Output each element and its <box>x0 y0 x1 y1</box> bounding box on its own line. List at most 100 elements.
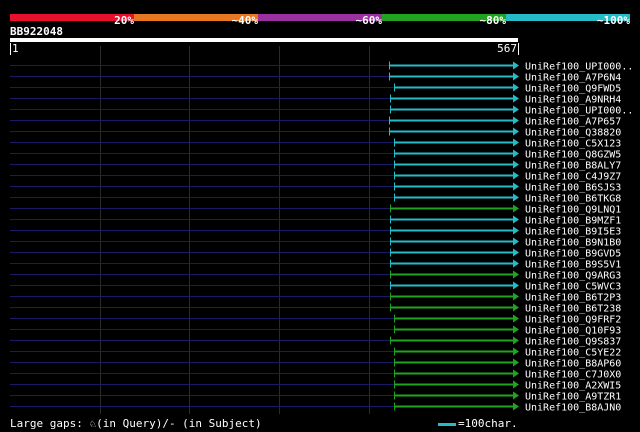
hit-name-link[interactable]: UniRef100_A7P6N4 <box>525 73 621 84</box>
hit-name-link[interactable]: UniRef100_C5YE22 <box>525 348 621 359</box>
hit-name-link[interactable]: UniRef100_B8ALY7 <box>525 161 621 172</box>
hit-name-link[interactable]: UniRef100_C4J9Z7 <box>525 172 621 183</box>
hit-name-link[interactable]: UniRef100_A9TZR1 <box>525 392 621 403</box>
hit-name-link[interactable]: UniRef100_B8AJN0 <box>525 403 621 414</box>
hit-direction-arrow <box>513 72 519 81</box>
hit-row[interactable]: UniRef100_B8AJN0 <box>10 402 621 414</box>
hit-name-link[interactable]: UniRef100_B9MZF1 <box>525 216 621 227</box>
hit-row[interactable]: UniRef100_B9S5V1 <box>10 259 621 271</box>
hit-direction-arrow <box>513 402 519 411</box>
hit-direction-arrow <box>513 94 519 103</box>
hit-direction-arrow <box>513 347 519 356</box>
hit-name-link[interactable]: UniRef100_Q9ARG3 <box>525 271 621 282</box>
hit-row[interactable]: UniRef100_UPI000.. <box>10 61 633 73</box>
hit-direction-arrow <box>513 171 519 180</box>
hit-direction-arrow <box>513 215 519 224</box>
hit-direction-arrow <box>513 380 519 389</box>
hit-row[interactable]: UniRef100_B6TKG8 <box>10 193 621 205</box>
hit-direction-arrow <box>513 237 519 246</box>
hit-row[interactable]: UniRef100_Q8GZW5 <box>10 149 621 161</box>
hit-row[interactable]: UniRef100_C5X123 <box>10 138 621 150</box>
hit-row[interactable]: UniRef100_Q9FWD5 <box>10 83 621 95</box>
hit-name-link[interactable]: UniRef100_B6T2P3 <box>525 293 621 304</box>
hit-row[interactable]: UniRef100_C5WVC3 <box>10 281 621 293</box>
hit-name-link[interactable]: UniRef100_C5WVC3 <box>525 282 621 293</box>
hit-name-link[interactable]: UniRef100_B8AP60 <box>525 359 621 370</box>
hit-name-link[interactable]: UniRef100_B9I5E3 <box>525 227 621 238</box>
hit-name-link[interactable]: UniRef100_B6T238 <box>525 304 621 315</box>
hit-name-link[interactable]: UniRef100_B9S5V1 <box>525 260 621 271</box>
hit-direction-arrow <box>513 182 519 191</box>
hit-name-link[interactable]: UniRef100_C7J0X0 <box>525 370 621 381</box>
hit-direction-arrow <box>513 193 519 202</box>
hit-direction-arrow <box>513 149 519 158</box>
hit-row[interactable]: UniRef100_Q9S837 <box>10 336 621 348</box>
hit-name-link[interactable]: UniRef100_Q9LNQ1 <box>525 205 621 216</box>
hit-direction-arrow <box>513 336 519 345</box>
hit-name-link[interactable]: UniRef100_B9N1B0 <box>525 238 621 249</box>
hit-alignment-panel: UniRef100_UPI000..UniRef100_A7P6N4UniRef… <box>10 46 633 414</box>
hit-row[interactable]: UniRef100_A7P657 <box>10 116 621 128</box>
hit-name-link[interactable]: UniRef100_Q9S837 <box>525 337 621 348</box>
hit-name-link[interactable]: UniRef100_Q8GZW5 <box>525 150 621 161</box>
hit-row[interactable]: UniRef100_UPI000.. <box>10 105 633 117</box>
hit-row[interactable]: UniRef100_B9N1B0 <box>10 237 621 249</box>
hit-row[interactable]: UniRef100_B8AP60 <box>10 358 621 370</box>
hit-direction-arrow <box>513 358 519 367</box>
scale-legend-text: =100char. <box>458 417 518 430</box>
hit-direction-arrow <box>513 160 519 169</box>
hit-row[interactable]: UniRef100_A9NRH4 <box>10 94 621 106</box>
hit-direction-arrow <box>513 314 519 323</box>
hit-row[interactable]: UniRef100_B9GVD5 <box>10 248 621 260</box>
gaps-legend: Large gaps: ♘(in Query)/- (in Subject) <box>10 417 262 430</box>
hit-direction-arrow <box>513 391 519 400</box>
hit-row[interactable]: UniRef100_A7P6N4 <box>10 72 621 84</box>
hit-row[interactable]: UniRef100_Q10F93 <box>10 325 621 337</box>
hit-direction-arrow <box>513 105 519 114</box>
hit-row[interactable]: UniRef100_B6T2P3 <box>10 292 621 304</box>
hit-name-link[interactable]: UniRef100_C5X123 <box>525 139 621 150</box>
hit-row[interactable]: UniRef100_B6SJS3 <box>10 182 621 194</box>
hit-direction-arrow <box>513 116 519 125</box>
hit-direction-arrow <box>513 303 519 312</box>
scale-legend: =100char. <box>438 418 518 430</box>
hit-direction-arrow <box>513 248 519 257</box>
hit-direction-arrow <box>513 259 519 268</box>
hit-row[interactable]: UniRef100_B9MZF1 <box>10 215 621 227</box>
hit-row[interactable]: UniRef100_B9I5E3 <box>10 226 621 238</box>
hit-row[interactable]: UniRef100_C7J0X0 <box>10 369 621 381</box>
hit-direction-arrow <box>513 270 519 279</box>
hit-direction-arrow <box>513 83 519 92</box>
hit-name-link[interactable]: UniRef100_B6SJS3 <box>525 183 621 194</box>
hit-row[interactable]: UniRef100_B6T238 <box>10 303 621 315</box>
hit-name-link[interactable]: UniRef100_B9GVD5 <box>525 249 621 260</box>
hit-name-link[interactable]: UniRef100_Q38820 <box>525 128 621 139</box>
hit-direction-arrow <box>513 138 519 147</box>
hit-direction-arrow <box>513 369 519 378</box>
hit-direction-arrow <box>513 281 519 290</box>
hit-row[interactable]: UniRef100_Q9LNQ1 <box>10 204 621 216</box>
hit-row[interactable]: UniRef100_A2XWI5 <box>10 380 621 392</box>
hit-direction-arrow <box>513 204 519 213</box>
hit-name-link[interactable]: UniRef100_A2XWI5 <box>525 381 621 392</box>
hit-name-link[interactable]: UniRef100_A9NRH4 <box>525 95 621 106</box>
hit-name-link[interactable]: UniRef100_UPI000.. <box>525 62 633 73</box>
hit-row[interactable]: UniRef100_Q9FRF2 <box>10 314 621 326</box>
hit-row[interactable]: UniRef100_C5YE22 <box>10 347 621 359</box>
hit-row[interactable]: UniRef100_Q9ARG3 <box>10 270 621 282</box>
hit-direction-arrow <box>513 292 519 301</box>
hit-row[interactable]: UniRef100_Q38820 <box>10 127 621 139</box>
hit-row[interactable]: UniRef100_A9TZR1 <box>10 391 621 403</box>
hit-direction-arrow <box>513 61 519 70</box>
hit-row[interactable]: UniRef100_B8ALY7 <box>10 160 621 172</box>
hit-direction-arrow <box>513 226 519 235</box>
hit-row[interactable]: UniRef100_C4J9Z7 <box>10 171 621 183</box>
hit-direction-arrow <box>513 127 519 136</box>
hit-name-link[interactable]: UniRef100_Q10F93 <box>525 326 621 337</box>
hit-name-link[interactable]: UniRef100_UPI000.. <box>525 106 633 117</box>
hit-name-link[interactable]: UniRef100_B6TKG8 <box>525 194 621 205</box>
hit-direction-arrow <box>513 325 519 334</box>
hit-name-link[interactable]: UniRef100_A7P657 <box>525 117 621 128</box>
hit-name-link[interactable]: UniRef100_Q9FWD5 <box>525 84 621 95</box>
hit-name-link[interactable]: UniRef100_Q9FRF2 <box>525 315 621 326</box>
